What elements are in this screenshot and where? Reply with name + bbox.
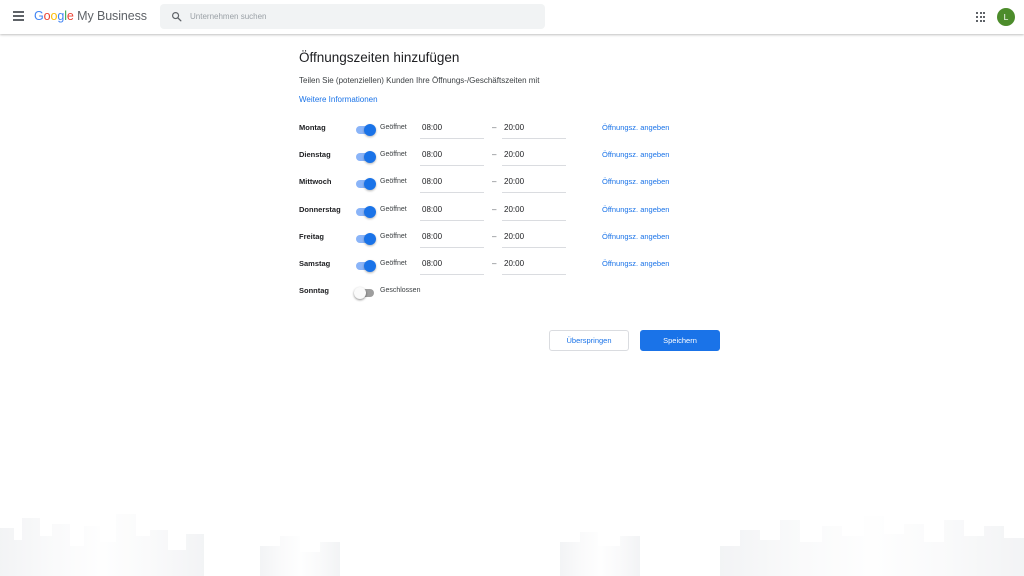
search-input[interactable] <box>190 8 530 25</box>
day-name: Samstag <box>299 259 331 268</box>
page-subtitle: Teilen Sie (potenziellen) Kunden Ihre Öf… <box>299 76 540 85</box>
add-hours-link[interactable]: Öffnungsz. angeben <box>602 123 669 132</box>
time-separator: – <box>492 150 497 159</box>
day-name: Donnerstag <box>299 205 341 214</box>
open-closed-toggle[interactable] <box>355 124 376 136</box>
toggle-thumb <box>364 206 376 218</box>
day-name: Sonntag <box>299 286 329 295</box>
closing-time-field[interactable]: 20:00 <box>502 230 566 248</box>
day-row: Samstag Geöffnet 08:00 –20:00 Öffnungsz. ang… <box>299 257 729 279</box>
time-separator: – <box>492 232 497 241</box>
toggle-thumb <box>364 151 376 163</box>
opening-time-value: 08:00 <box>422 232 443 241</box>
closing-time-value: 20:00 <box>504 150 525 159</box>
save-button[interactable]: Speichern <box>640 330 720 351</box>
open-status-label: Geöffnet <box>380 233 407 240</box>
add-hours-link[interactable]: Öffnungsz. angeben <box>602 205 669 214</box>
opening-time-value: 08:00 <box>422 150 443 159</box>
opening-time-field[interactable]: 08:00 <box>420 148 484 166</box>
open-status-label: Geöffnet <box>380 178 407 185</box>
city-skyline-decoration <box>0 514 1024 576</box>
opening-time-value: 08:00 <box>422 123 443 132</box>
day-row: Sonntag Geschlossen <box>299 284 729 306</box>
day-name: Mittwoch <box>299 177 332 186</box>
open-status-label: Geöffnet <box>380 260 407 267</box>
open-closed-toggle[interactable] <box>355 260 376 272</box>
more-info-link[interactable]: Weitere Informationen <box>299 95 378 104</box>
add-hours-link[interactable]: Öffnungsz. angeben <box>602 232 669 241</box>
toggle-thumb <box>364 178 376 190</box>
closing-time-value: 20:00 <box>504 177 525 186</box>
time-separator: – <box>492 259 497 268</box>
add-hours-link[interactable]: Öffnungsz. angeben <box>602 177 669 186</box>
closing-time-field[interactable]: 20:00 <box>502 148 566 166</box>
google-my-business-logo[interactable]: Google My Business <box>34 9 147 23</box>
open-closed-toggle[interactable] <box>355 233 376 245</box>
open-closed-toggle[interactable] <box>355 206 376 218</box>
opening-time-field[interactable]: 08:00 <box>420 121 484 139</box>
day-name: Freitag <box>299 232 325 241</box>
hamburger-menu-icon[interactable] <box>13 11 24 21</box>
search-bar[interactable] <box>160 4 545 29</box>
day-row: Mittwoch Geöffnet 08:00 –20:00 Öffnungsz. an… <box>299 175 729 197</box>
open-closed-toggle[interactable] <box>355 178 376 190</box>
top-app-bar: Google My Business L <box>0 0 1024 34</box>
time-separator: – <box>492 123 497 132</box>
opening-time-field[interactable]: 08:00 <box>420 230 484 248</box>
day-row: Montag Geöffnet 08:00 –20:00 Öffnungsz. ange… <box>299 121 729 143</box>
toggle-thumb <box>364 124 376 136</box>
opening-time-field[interactable]: 08:00 <box>420 203 484 221</box>
closing-time-field[interactable]: 20:00 <box>502 175 566 193</box>
open-closed-toggle[interactable] <box>354 287 375 299</box>
product-name: My Business <box>77 9 147 23</box>
time-separator: – <box>492 177 497 186</box>
day-name: Montag <box>299 123 326 132</box>
toggle-thumb <box>364 233 376 245</box>
open-status-label: Geöffnet <box>380 124 407 131</box>
time-separator: – <box>492 205 497 214</box>
closing-time-field[interactable]: 20:00 <box>502 121 566 139</box>
closing-time-field[interactable]: 20:00 <box>502 257 566 275</box>
add-hours-link[interactable]: Öffnungsz. angeben <box>602 259 669 268</box>
closing-time-field[interactable]: 20:00 <box>502 203 566 221</box>
open-status-label: Geschlossen <box>380 287 421 294</box>
opening-time-field[interactable]: 08:00 <box>420 175 484 193</box>
page-title: Öffnungszeiten hinzufügen <box>299 50 460 65</box>
day-row: Freitag Geöffnet 08:00 –20:00 Öffnungsz. ang… <box>299 230 729 252</box>
day-row: Dienstag Geöffnet 08:00 –20:00 Öffnungsz. an… <box>299 148 729 170</box>
closing-time-value: 20:00 <box>504 259 525 268</box>
opening-time-value: 08:00 <box>422 205 443 214</box>
opening-time-value: 08:00 <box>422 177 443 186</box>
day-row: Donnerstag Geöffnet 08:00 –20:00 Öffnungsz. … <box>299 203 729 225</box>
open-status-label: Geöffnet <box>380 151 407 158</box>
skip-button[interactable]: Überspringen <box>549 330 629 351</box>
add-hours-link[interactable]: Öffnungsz. angeben <box>602 150 669 159</box>
search-icon[interactable] <box>171 11 182 22</box>
open-closed-toggle[interactable] <box>355 151 376 163</box>
opening-time-field[interactable]: 08:00 <box>420 257 484 275</box>
day-name: Dienstag <box>299 150 331 159</box>
toggle-thumb <box>354 287 366 299</box>
closing-time-value: 20:00 <box>504 123 525 132</box>
toggle-thumb <box>364 260 376 272</box>
open-status-label: Geöffnet <box>380 206 407 213</box>
closing-time-value: 20:00 <box>504 205 525 214</box>
closing-time-value: 20:00 <box>504 232 525 241</box>
account-avatar[interactable]: L <box>997 8 1015 26</box>
opening-time-value: 08:00 <box>422 259 443 268</box>
apps-grid-icon[interactable] <box>976 12 986 22</box>
